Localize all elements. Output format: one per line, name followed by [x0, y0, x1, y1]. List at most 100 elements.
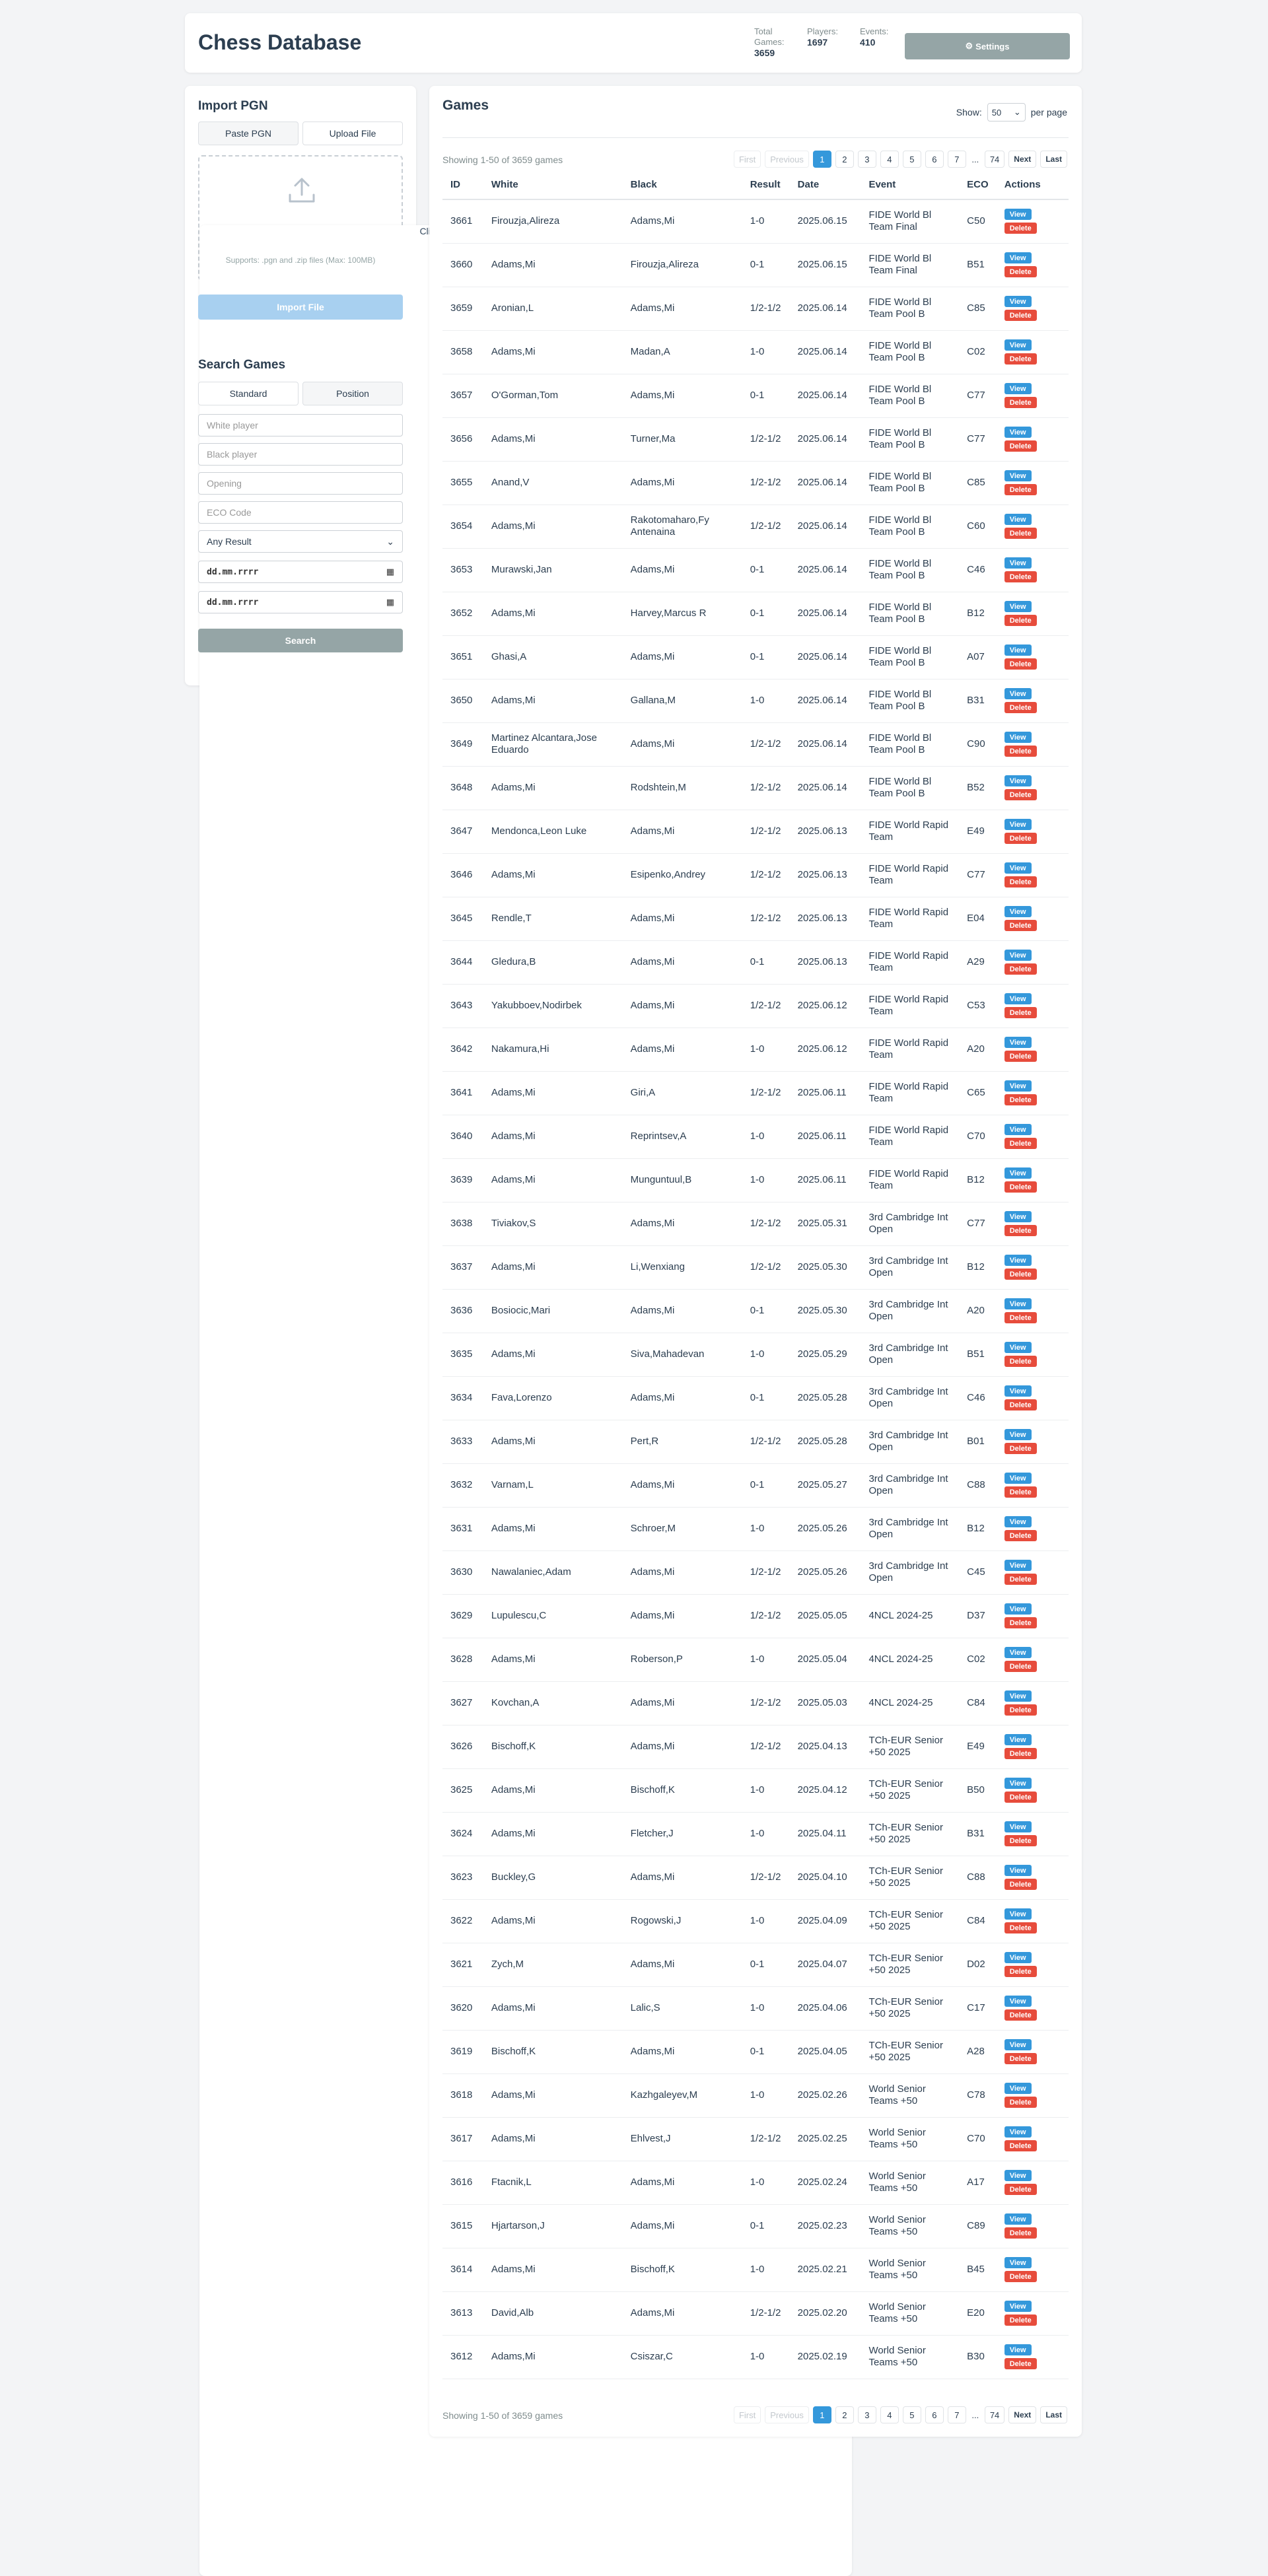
delete-button[interactable]: Delete: [1004, 1530, 1037, 1541]
delete-button[interactable]: Delete: [1004, 876, 1037, 888]
delete-button[interactable]: Delete: [1004, 1617, 1037, 1628]
page-button[interactable]: 1: [812, 151, 831, 168]
delete-button[interactable]: Delete: [1004, 1225, 1037, 1236]
view-button[interactable]: View: [1004, 1778, 1032, 1789]
page-button[interactable]: 4: [880, 2406, 899, 2423]
delete-button[interactable]: Delete: [1004, 2184, 1037, 2195]
delete-button[interactable]: Delete: [1004, 1138, 1037, 1149]
page-button[interactable]: 3: [857, 2406, 876, 2423]
view-button[interactable]: View: [1004, 2083, 1032, 2094]
delete-button[interactable]: Delete: [1004, 1879, 1037, 1890]
page-button[interactable]: 5: [902, 2406, 921, 2423]
search-button[interactable]: Search: [198, 629, 403, 652]
page-button[interactable]: 74: [984, 2406, 1005, 2423]
view-button[interactable]: View: [1004, 1211, 1032, 1222]
view-button[interactable]: View: [1004, 1385, 1032, 1397]
delete-button[interactable]: Delete: [1004, 1922, 1037, 1933]
calendar-icon[interactable]: ▦: [386, 598, 394, 608]
view-button[interactable]: View: [1004, 2039, 1032, 2050]
view-button[interactable]: View: [1004, 2126, 1032, 2138]
view-button[interactable]: View: [1004, 688, 1032, 699]
per-page-select[interactable]: 50 ⌄: [987, 103, 1026, 122]
view-button[interactable]: View: [1004, 732, 1032, 743]
delete-button[interactable]: Delete: [1004, 2009, 1037, 2021]
view-button[interactable]: View: [1004, 1037, 1032, 1048]
view-button[interactable]: View: [1004, 383, 1032, 394]
view-button[interactable]: View: [1004, 1734, 1032, 1745]
view-button[interactable]: View: [1004, 1865, 1032, 1876]
delete-button[interactable]: Delete: [1004, 1269, 1037, 1280]
delete-button[interactable]: Delete: [1004, 1748, 1037, 1759]
tab-position[interactable]: Position: [302, 382, 403, 405]
view-button[interactable]: View: [1004, 339, 1032, 351]
eco-code-input[interactable]: ECO Code: [198, 501, 403, 524]
previous-page-button[interactable]: Previous: [765, 151, 809, 168]
delete-button[interactable]: Delete: [1004, 1486, 1037, 1498]
delete-button[interactable]: Delete: [1004, 746, 1037, 757]
delete-button[interactable]: Delete: [1004, 2358, 1037, 2369]
delete-button[interactable]: Delete: [1004, 1399, 1037, 1410]
view-button[interactable]: View: [1004, 601, 1032, 612]
view-button[interactable]: View: [1004, 1908, 1032, 1920]
view-button[interactable]: View: [1004, 1996, 1032, 2007]
view-button[interactable]: View: [1004, 1647, 1032, 1658]
tab-paste-pgn[interactable]: Paste PGN: [198, 122, 299, 145]
view-button[interactable]: View: [1004, 1167, 1032, 1179]
tab-upload-file[interactable]: Upload File: [302, 122, 403, 145]
delete-button[interactable]: Delete: [1004, 789, 1037, 800]
view-button[interactable]: View: [1004, 470, 1032, 481]
delete-button[interactable]: Delete: [1004, 353, 1037, 365]
page-button[interactable]: 6: [925, 151, 944, 168]
view-button[interactable]: View: [1004, 644, 1032, 656]
page-button[interactable]: 74: [984, 151, 1005, 168]
view-button[interactable]: View: [1004, 1342, 1032, 1353]
delete-button[interactable]: Delete: [1004, 397, 1037, 408]
view-button[interactable]: View: [1004, 1560, 1032, 1571]
delete-button[interactable]: Delete: [1004, 658, 1037, 670]
delete-button[interactable]: Delete: [1004, 1792, 1037, 1803]
black-player-input[interactable]: Black player: [198, 443, 403, 466]
first-page-button[interactable]: First: [733, 2406, 761, 2423]
view-button[interactable]: View: [1004, 1516, 1032, 1527]
delete-button[interactable]: Delete: [1004, 1094, 1037, 1105]
view-button[interactable]: View: [1004, 427, 1032, 438]
page-button[interactable]: 2: [835, 2406, 854, 2423]
view-button[interactable]: View: [1004, 950, 1032, 961]
view-button[interactable]: View: [1004, 1952, 1032, 1963]
view-button[interactable]: View: [1004, 2344, 1032, 2355]
view-button[interactable]: View: [1004, 252, 1032, 263]
view-button[interactable]: View: [1004, 1124, 1032, 1135]
delete-button[interactable]: Delete: [1004, 615, 1037, 626]
previous-page-button[interactable]: Previous: [765, 2406, 809, 2423]
delete-button[interactable]: Delete: [1004, 2315, 1037, 2326]
delete-button[interactable]: Delete: [1004, 1051, 1037, 1062]
date-to-input[interactable]: dd.mm.rrrr ▦: [198, 591, 403, 613]
view-button[interactable]: View: [1004, 1821, 1032, 1832]
delete-button[interactable]: Delete: [1004, 2097, 1037, 2108]
delete-button[interactable]: Delete: [1004, 266, 1037, 277]
view-button[interactable]: View: [1004, 1298, 1032, 1309]
delete-button[interactable]: Delete: [1004, 310, 1037, 321]
view-button[interactable]: View: [1004, 1429, 1032, 1440]
import-file-button[interactable]: Import File: [198, 295, 403, 320]
view-button[interactable]: View: [1004, 2257, 1032, 2268]
view-button[interactable]: View: [1004, 209, 1032, 221]
delete-button[interactable]: Delete: [1004, 440, 1037, 452]
delete-button[interactable]: Delete: [1004, 702, 1037, 713]
view-button[interactable]: View: [1004, 1255, 1032, 1266]
opening-input[interactable]: Opening: [198, 472, 403, 495]
tab-standard[interactable]: Standard: [198, 382, 299, 405]
last-page-button[interactable]: Last: [1040, 151, 1067, 168]
view-button[interactable]: View: [1004, 557, 1032, 569]
next-page-button[interactable]: Next: [1008, 151, 1037, 168]
page-button[interactable]: 7: [947, 2406, 966, 2423]
result-select[interactable]: Any Result ⌄: [198, 530, 403, 553]
delete-button[interactable]: Delete: [1004, 1007, 1037, 1018]
date-from-input[interactable]: dd.mm.rrrr ▦: [198, 561, 403, 583]
white-player-input[interactable]: White player: [198, 414, 403, 436]
page-button[interactable]: 4: [880, 151, 899, 168]
settings-button[interactable]: ⚙ Settings: [905, 33, 1070, 59]
view-button[interactable]: View: [1004, 2213, 1032, 2225]
first-page-button[interactable]: First: [733, 151, 761, 168]
view-button[interactable]: View: [1004, 296, 1032, 307]
